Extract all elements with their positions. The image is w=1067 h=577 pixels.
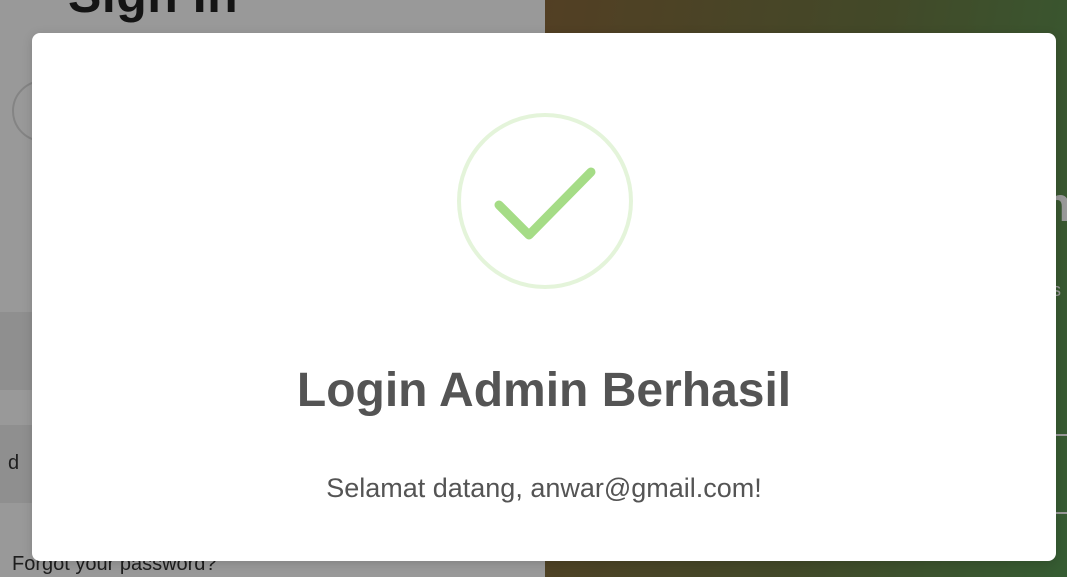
page: Sign In d Forgot your password? n s Logi… <box>0 0 1067 577</box>
success-check-icon <box>457 113 633 289</box>
success-dialog: Login Admin Berhasil Selamat datang, anw… <box>32 33 1056 561</box>
dialog-title: Login Admin Berhasil <box>296 364 792 417</box>
dialog-message: Selamat datang, anwar@gmail.com! <box>326 473 762 503</box>
